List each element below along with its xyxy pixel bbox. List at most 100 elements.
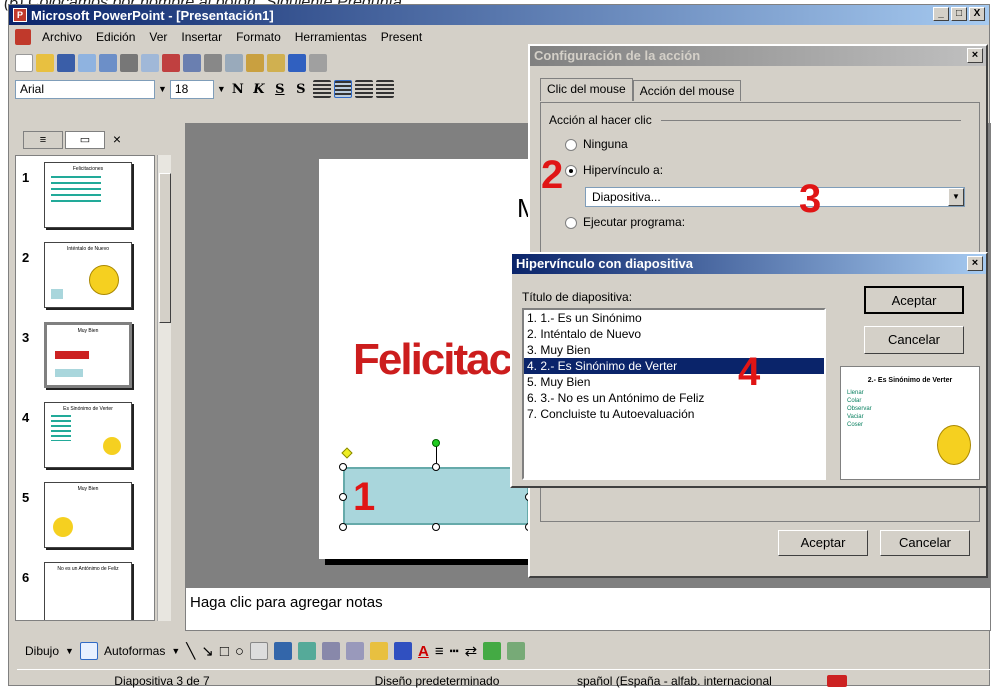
shadow-button[interactable]: S [292, 82, 310, 97]
research-icon[interactable] [183, 54, 201, 72]
thumbnail-slide-4[interactable]: 4 Es Sinónimo de Verter [20, 402, 154, 472]
paste-icon[interactable] [246, 54, 264, 72]
tab-mouse-over[interactable]: Acción del mouse [632, 80, 742, 101]
rectangle-icon[interactable]: □ [220, 643, 229, 660]
autoshapes-dropdown-icon[interactable]: ▼ [171, 646, 180, 656]
panel-close-icon[interactable]: × [107, 131, 127, 151]
resize-handle[interactable] [339, 463, 347, 471]
document-icon[interactable] [15, 29, 31, 45]
list-item[interactable]: 2. Inténtalo de Nuevo [524, 326, 824, 342]
print-icon[interactable] [120, 54, 138, 72]
action-dialog-close-icon[interactable]: × [967, 48, 983, 63]
tab-mouse-click[interactable]: Clic del mouse [540, 78, 633, 101]
minimize-button[interactable]: _ [933, 7, 949, 21]
menu-edicion[interactable]: Edición [89, 30, 142, 44]
notes-pane[interactable]: Haga clic para agregar notas [185, 587, 991, 631]
thumbnail-slide-1[interactable]: 1 Felicitaciones [20, 162, 154, 232]
bold-button[interactable]: N [229, 82, 247, 97]
menu-insertar[interactable]: Insertar [174, 30, 229, 44]
menu-ver[interactable]: Ver [142, 30, 174, 44]
menu-presentacion[interactable]: Present [374, 30, 429, 44]
list-item[interactable]: 7. Concluiste tu Autoevaluación [524, 406, 824, 422]
email-icon[interactable] [99, 54, 117, 72]
oval-icon[interactable]: ○ [235, 643, 244, 660]
link-ok-button[interactable]: Aceptar [864, 286, 964, 314]
maximize-button[interactable]: □ [951, 7, 967, 21]
radio-hyperlink[interactable]: Hipervínculo a: [565, 163, 663, 177]
size-dropdown-arrow-icon[interactable]: ▼ [217, 84, 226, 94]
wordart-icon[interactable] [273, 642, 292, 660]
arrow-icon[interactable]: ↘ [201, 642, 214, 660]
fill-color-icon[interactable] [369, 642, 388, 660]
link-dialog-close-icon[interactable]: × [967, 256, 983, 271]
thumbnail-slide-5[interactable]: 5 Muy Bien [20, 482, 154, 552]
select-arrow-icon[interactable] [79, 642, 98, 660]
italic-button[interactable]: K [250, 82, 268, 97]
draw-dropdown-icon[interactable]: ▼ [65, 646, 74, 656]
radio-none[interactable]: Ninguna [565, 137, 628, 151]
list-item[interactable]: 5. Muy Bien [524, 374, 824, 390]
action-ok-button[interactable]: Aceptar [778, 530, 868, 556]
align-left-icon[interactable] [312, 80, 331, 98]
resize-handle[interactable] [339, 493, 347, 501]
align-right-icon[interactable] [354, 80, 373, 98]
line-icon[interactable]: ╲ [186, 642, 195, 660]
underline-button[interactable]: S [271, 82, 289, 97]
picture-icon[interactable] [345, 642, 364, 660]
line-style-icon[interactable]: ≡ [435, 643, 444, 660]
align-center-icon[interactable] [333, 80, 352, 98]
open-icon[interactable] [36, 54, 54, 72]
action-cancel-button[interactable]: Cancelar [880, 530, 970, 556]
font-color-icon[interactable]: A [418, 643, 429, 660]
list-item-selected[interactable]: 4. 2.- Es Sinónimo de Verter [524, 358, 824, 374]
permission-icon[interactable] [78, 54, 96, 72]
menu-archivo[interactable]: Archivo [35, 30, 89, 44]
3d-style-icon[interactable] [507, 642, 526, 660]
thumbnail-slide-3[interactable]: 3 Muy Bien [20, 322, 154, 392]
autoshapes-menu[interactable]: Autoformas [104, 644, 165, 658]
preview-icon[interactable] [141, 54, 159, 72]
list-item[interactable]: 1. 1.- Es un Sinónimo [524, 310, 824, 326]
format-painter-icon[interactable] [267, 54, 285, 72]
draw-menu[interactable]: Dibujo [25, 644, 59, 658]
font-name-field[interactable]: Arial [15, 79, 155, 99]
adjust-handle[interactable] [341, 447, 353, 459]
title-bar: P Microsoft PowerPoint - [Presentación1]… [9, 5, 989, 25]
link-cancel-button[interactable]: Cancelar [864, 326, 964, 354]
list-item[interactable]: 3. Muy Bien [524, 342, 824, 358]
radio-run-program[interactable]: Ejecutar programa: [565, 215, 685, 229]
combo-dropdown-icon[interactable]: ▼ [948, 188, 964, 206]
cut-icon[interactable] [204, 54, 222, 72]
save-icon[interactable] [57, 54, 75, 72]
arrow-style-icon[interactable]: ⇄ [465, 642, 478, 660]
dash-style-icon[interactable]: ┅ [450, 642, 459, 660]
shadow-style-icon[interactable] [483, 642, 502, 660]
spelling-icon[interactable] [162, 54, 180, 72]
slide-title-list[interactable]: 1. 1.- Es un Sinónimo 2. Inténtalo de Nu… [522, 308, 826, 480]
thumbnail-scrollbar[interactable] [157, 155, 171, 621]
clipart-icon[interactable] [321, 642, 340, 660]
resize-handle[interactable] [432, 523, 440, 531]
textbox-icon[interactable] [249, 642, 268, 660]
font-size-field[interactable]: 18 [169, 79, 214, 99]
numbering-icon[interactable] [375, 80, 394, 98]
resize-handle[interactable] [339, 523, 347, 531]
rotate-handle[interactable] [432, 439, 440, 447]
list-item[interactable]: 6. 3.- No es un Antónimo de Feliz [524, 390, 824, 406]
undo-icon[interactable] [288, 54, 306, 72]
thumbnail-slide-6[interactable]: 6 No es un Antónimo de Feliz [20, 562, 154, 620]
new-icon[interactable] [15, 54, 33, 72]
thumbnail-slide-2[interactable]: 2 Inténtalo de Nuevo [20, 242, 154, 312]
outline-tab[interactable]: ≡ [23, 131, 63, 149]
menu-herramientas[interactable]: Herramientas [288, 30, 374, 44]
redo-icon[interactable] [309, 54, 327, 72]
menu-formato[interactable]: Formato [229, 30, 288, 44]
slides-tab[interactable]: ▭ [65, 131, 105, 149]
font-dropdown-arrow-icon[interactable]: ▼ [158, 84, 167, 94]
copy-icon[interactable] [225, 54, 243, 72]
line-color-icon[interactable] [393, 642, 412, 660]
diagram-icon[interactable] [297, 642, 316, 660]
hyperlink-target-combo[interactable]: Diapositiva... ▼ [585, 187, 965, 207]
close-button[interactable]: X [969, 7, 985, 21]
resize-handle[interactable] [432, 463, 440, 471]
